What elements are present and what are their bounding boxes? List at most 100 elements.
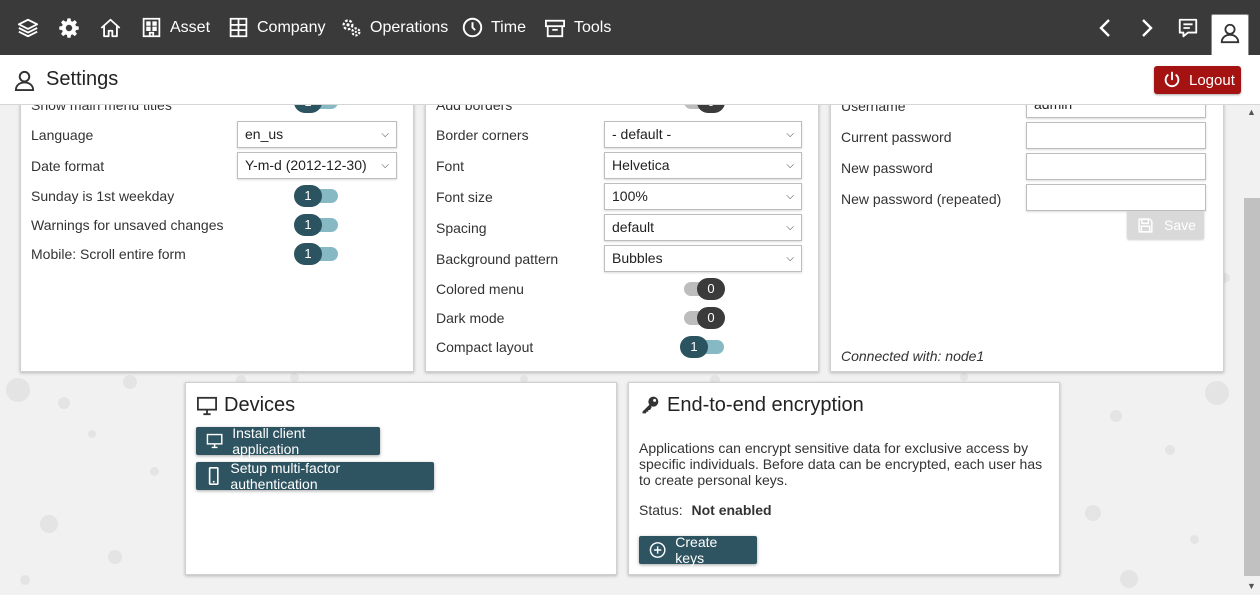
connection-status: Connected with: node1 — [841, 348, 985, 364]
font-size-value: 100% — [612, 188, 648, 204]
background-pattern-select[interactable]: Bubbles ⌵ — [604, 245, 802, 272]
scroll-up-arrow-icon[interactable]: ▲ — [1247, 107, 1256, 117]
account-panel: Username admin Current password New pass… — [830, 105, 1224, 372]
show-menu-titles-label: Show main menu titles — [31, 105, 172, 113]
date-format-label: Date format — [31, 158, 105, 174]
devices-title: Devices — [224, 394, 296, 416]
create-keys-label: Create keys — [675, 534, 718, 566]
background-bubble — [88, 430, 96, 438]
username-field[interactable]: admin — [1026, 105, 1206, 118]
monitor-icon — [197, 396, 217, 416]
logout-button[interactable]: Logout — [1154, 66, 1241, 94]
nav-tools[interactable]: Tools — [544, 0, 611, 55]
encryption-description: Applications can encrypt sensitive data … — [639, 440, 1043, 488]
chevron-right-icon[interactable] — [1140, 0, 1154, 55]
chevron-down-icon: ⌵ — [786, 222, 794, 233]
toggle-value: 1 — [294, 105, 322, 113]
layers-icon[interactable] — [17, 0, 39, 55]
background-pattern-label: Background pattern — [436, 251, 559, 267]
nav-time[interactable]: Time — [462, 0, 526, 55]
nav-asset[interactable]: Asset — [141, 0, 210, 55]
chevron-down-icon: ⌵ — [381, 129, 389, 140]
colored-menu-label: Colored menu — [436, 281, 524, 297]
general-settings-panel: Show main menu titles 1 Language en_us⌵ … — [20, 105, 414, 372]
nav-operations[interactable]: Operations — [341, 0, 448, 55]
chat-icon[interactable] — [1177, 0, 1199, 55]
add-borders-label: Add borders — [436, 105, 513, 113]
nav-tools-label: Tools — [574, 18, 612, 36]
sunday-toggle[interactable]: 1 — [294, 185, 339, 207]
toggle-value: 0 — [697, 307, 725, 329]
smartphone-icon — [208, 467, 219, 485]
nav-company[interactable]: Company — [228, 0, 325, 55]
create-keys-button[interactable]: Create keys — [639, 534, 757, 566]
new-password-field[interactable] — [1026, 153, 1206, 180]
username-label: Username — [841, 105, 906, 114]
key-icon — [642, 396, 659, 414]
home-icon[interactable] — [99, 0, 122, 55]
background-bubble — [290, 373, 299, 382]
background-bubble — [20, 575, 30, 585]
compact-layout-toggle[interactable]: 1 — [680, 336, 725, 358]
background-bubble — [960, 373, 968, 381]
language-select[interactable]: en_us ⌵ — [237, 121, 397, 148]
nav-asset-label: Asset — [170, 18, 211, 36]
gear-icon[interactable] — [58, 0, 80, 55]
warnings-toggle[interactable]: 1 — [294, 214, 339, 236]
background-bubble — [150, 467, 159, 476]
current-password-label: Current password — [841, 129, 952, 145]
mobile-scroll-label: Mobile: Scroll entire form — [31, 246, 186, 262]
page-title: Settings — [46, 68, 119, 90]
font-size-select[interactable]: 100% ⌵ — [604, 183, 802, 210]
settings-content: Show main menu titles 1 Language en_us⌵ … — [0, 105, 1244, 595]
spacing-select[interactable]: default ⌵ — [604, 214, 802, 241]
dark-mode-toggle[interactable]: 0 — [680, 307, 725, 329]
mobile-scroll-toggle[interactable]: 1 — [294, 243, 339, 265]
date-format-select[interactable]: Y-m-d (2012-12-30) ⌵ — [237, 152, 397, 179]
sunday-label: Sunday is 1st weekday — [31, 188, 175, 204]
status-label: Status: — [639, 502, 683, 518]
save-button[interactable]: Save — [1127, 211, 1204, 239]
install-client-label: Install client application — [232, 425, 306, 457]
chevron-left-icon[interactable] — [1098, 0, 1112, 55]
colored-menu-toggle[interactable]: 0 — [680, 278, 725, 300]
chevron-down-icon: ⌵ — [786, 253, 794, 264]
toggle-value: 1 — [294, 185, 322, 207]
setup-mfa-label: Setup multi-factor authentication — [230, 460, 341, 492]
new-password-label: New password — [841, 160, 933, 176]
toggle-value: 1 — [294, 214, 322, 236]
background-bubble — [1110, 410, 1122, 422]
chevron-down-icon: ⌵ — [786, 191, 794, 202]
border-corners-select[interactable]: - default - ⌵ — [604, 121, 802, 148]
background-bubble — [123, 375, 137, 389]
scroll-down-arrow-icon[interactable]: ▼ — [1247, 581, 1256, 591]
add-borders-toggle[interactable]: 0 — [680, 105, 725, 113]
user-menu-button[interactable] — [1211, 14, 1249, 55]
top-navigation: Asset Company Operations Time Tools — [0, 0, 1260, 55]
show-menu-titles-toggle[interactable]: 1 — [294, 105, 339, 113]
user-icon — [1220, 23, 1240, 44]
vertical-scrollbar[interactable]: ▲ ▼ — [1244, 105, 1260, 595]
chevron-down-icon: ⌵ — [786, 160, 794, 171]
font-size-label: Font size — [436, 189, 493, 205]
encryption-status: Status: Not enabled — [639, 502, 772, 518]
chevron-down-icon: ⌵ — [381, 160, 389, 171]
toggle-value: 0 — [697, 278, 725, 300]
nav-time-label: Time — [491, 18, 526, 36]
encryption-panel: End-to-end encryption Applications can e… — [628, 382, 1060, 575]
current-password-field[interactable] — [1026, 122, 1206, 149]
compact-layout-label: Compact layout — [436, 339, 534, 355]
setup-mfa-button[interactable]: Setup multi-factor authentication — [196, 460, 434, 492]
spacing-label: Spacing — [436, 220, 487, 236]
new-password-repeated-field[interactable] — [1026, 184, 1206, 211]
toggle-value: 1 — [680, 336, 708, 358]
encryption-title: End-to-end encryption — [667, 394, 864, 416]
install-client-button[interactable]: Install client application — [196, 425, 380, 457]
background-pattern-value: Bubbles — [612, 250, 663, 266]
background-bubble — [108, 550, 122, 564]
save-label: Save — [1164, 217, 1196, 233]
toggle-value: 0 — [697, 105, 725, 113]
border-corners-value: - default - — [612, 126, 672, 142]
scrollbar-thumb[interactable] — [1244, 198, 1260, 576]
font-select[interactable]: Helvetica ⌵ — [604, 152, 802, 179]
